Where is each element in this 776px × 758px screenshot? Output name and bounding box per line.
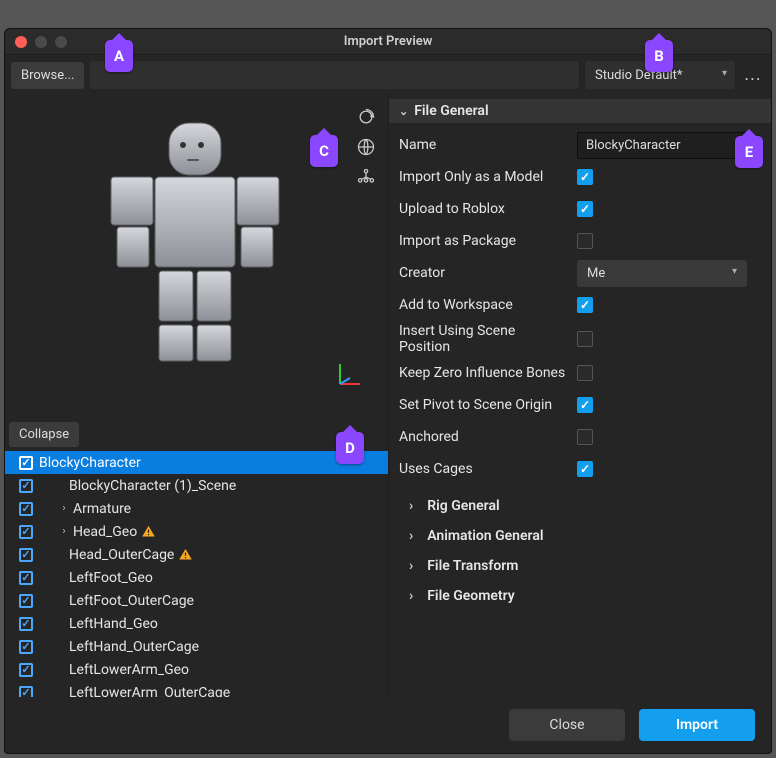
tree-checkbox[interactable] xyxy=(19,479,33,493)
collapse-button[interactable]: Collapse xyxy=(9,422,79,447)
tree-checkbox[interactable] xyxy=(19,594,33,608)
browse-button[interactable]: Browse... xyxy=(11,62,84,89)
tree-checkbox[interactable] xyxy=(19,548,33,562)
tree-label: LeftLowerArm_OuterCage xyxy=(69,685,230,698)
collapse-row: Collapse xyxy=(5,418,388,451)
axis-gizmo xyxy=(336,360,364,388)
footer: Close Import xyxy=(5,697,771,753)
window-controls xyxy=(15,36,67,48)
close-window-icon[interactable] xyxy=(15,36,27,48)
callout-badge-d: D xyxy=(336,432,364,464)
section-animation-general[interactable]: Animation General xyxy=(389,521,771,551)
prop-anchored: Anchored xyxy=(399,429,569,445)
add-workspace-checkbox[interactable] xyxy=(577,297,593,313)
name-field[interactable] xyxy=(577,132,747,159)
tree-checkbox[interactable] xyxy=(19,456,33,470)
minimize-window-icon[interactable] xyxy=(35,36,47,48)
viewport-toolbar xyxy=(356,107,376,187)
hierarchy-tree[interactable]: BlockyCharacter BlockyCharacter (1)_Scene… xyxy=(5,451,388,697)
warning-icon xyxy=(178,547,193,562)
creator-dropdown[interactable]: Me xyxy=(577,260,747,287)
tree-row[interactable]: LeftHand_Geo xyxy=(5,612,388,635)
tree-row[interactable]: › Armature xyxy=(5,497,388,520)
tree-checkbox[interactable] xyxy=(19,502,33,516)
tree-label: LeftLowerArm_Geo xyxy=(69,662,189,678)
chevron-right-icon[interactable]: › xyxy=(59,503,69,514)
upload-checkbox[interactable] xyxy=(577,201,593,217)
prop-name: Name xyxy=(399,137,569,153)
prop-creator: Creator xyxy=(399,265,569,281)
tree-row[interactable]: LeftFoot_Geo xyxy=(5,566,388,589)
import-button[interactable]: Import xyxy=(639,709,755,741)
tree-label: Head_OuterCage xyxy=(69,547,174,563)
tree-row[interactable]: Head_OuterCage xyxy=(5,543,388,566)
section-file-general[interactable]: ⌄ File General xyxy=(389,99,771,123)
tree-label: LeftFoot_Geo xyxy=(69,570,153,586)
tree-checkbox[interactable] xyxy=(19,571,33,585)
chevron-right-icon[interactable]: › xyxy=(59,526,69,537)
cages-checkbox[interactable] xyxy=(577,461,593,477)
prop-keep-zero: Keep Zero Influence Bones xyxy=(399,365,569,381)
section-file-geometry[interactable]: File Geometry xyxy=(389,581,771,611)
tree-checkbox[interactable] xyxy=(19,686,33,698)
tree-label: Head_Geo xyxy=(73,524,137,540)
prop-package: Import as Package xyxy=(399,233,569,249)
import-preview-window: Import Preview Browse... Studio Default*… xyxy=(4,28,772,754)
section-file-transform[interactable]: File Transform xyxy=(389,551,771,581)
tree-checkbox[interactable] xyxy=(19,663,33,677)
pivot-checkbox[interactable] xyxy=(577,397,593,413)
insert-scene-checkbox[interactable] xyxy=(577,331,593,347)
anchored-checkbox[interactable] xyxy=(577,429,593,445)
tree-label: LeftHand_OuterCage xyxy=(69,639,199,655)
more-menu-icon[interactable]: ... xyxy=(741,70,765,80)
section-title: File General xyxy=(414,103,488,119)
tree-label: LeftFoot_OuterCage xyxy=(69,593,194,609)
world-icon[interactable] xyxy=(356,137,376,157)
rig-icon[interactable] xyxy=(356,167,376,187)
maximize-window-icon[interactable] xyxy=(55,36,67,48)
callout-badge-b: B xyxy=(645,40,673,72)
keep-zero-checkbox[interactable] xyxy=(577,365,593,381)
tree-checkbox[interactable] xyxy=(19,525,33,539)
callout-badge-e: E xyxy=(735,136,763,168)
prop-import-only: Import Only as a Model xyxy=(399,169,569,185)
package-checkbox[interactable] xyxy=(577,233,593,249)
reset-camera-icon[interactable] xyxy=(356,107,376,127)
close-button[interactable]: Close xyxy=(509,709,625,741)
callout-badge-c: C xyxy=(310,135,338,167)
tree-row[interactable]: BlockyCharacter (1)_Scene xyxy=(5,474,388,497)
character-preview xyxy=(95,115,305,379)
tree-row[interactable]: LeftLowerArm_Geo xyxy=(5,658,388,681)
section-rig-general[interactable]: Rig General xyxy=(389,491,771,521)
tree-row[interactable]: LeftLowerArm_OuterCage xyxy=(5,681,388,697)
tree-row[interactable]: LeftFoot_OuterCage xyxy=(5,589,388,612)
prop-pivot: Set Pivot to Scene Origin xyxy=(399,397,569,413)
tree-checkbox[interactable] xyxy=(19,617,33,631)
chevron-down-icon: ⌄ xyxy=(399,105,408,118)
tree-checkbox[interactable] xyxy=(19,640,33,654)
warning-icon xyxy=(141,524,156,539)
tree-row[interactable]: BlockyCharacter xyxy=(5,451,388,474)
prop-cages: Uses Cages xyxy=(399,461,569,477)
properties-pane: ⌄ File General Name Import Only as a Mod… xyxy=(389,95,771,697)
prop-insert-scene: Insert Using Scene Position xyxy=(399,323,569,355)
prop-upload: Upload to Roblox xyxy=(399,201,569,217)
content-area: Collapse BlockyCharacter BlockyCharacter … xyxy=(5,95,771,697)
tree-label: BlockyCharacter xyxy=(39,455,141,471)
file-path-input[interactable] xyxy=(90,61,579,89)
prop-add-workspace: Add to Workspace xyxy=(399,297,569,313)
tree-label: Armature xyxy=(73,501,131,517)
tree-label: BlockyCharacter (1)_Scene xyxy=(69,478,236,494)
properties-list: Name Import Only as a Model Upload to Ro… xyxy=(389,123,771,491)
tree-label: LeftHand_Geo xyxy=(69,616,158,632)
tree-row[interactable]: LeftHand_OuterCage xyxy=(5,635,388,658)
import-only-checkbox[interactable] xyxy=(577,169,593,185)
tree-row[interactable]: › Head_Geo xyxy=(5,520,388,543)
callout-badge-a: A xyxy=(105,40,133,72)
left-pane: Collapse BlockyCharacter BlockyCharacter … xyxy=(5,95,389,697)
